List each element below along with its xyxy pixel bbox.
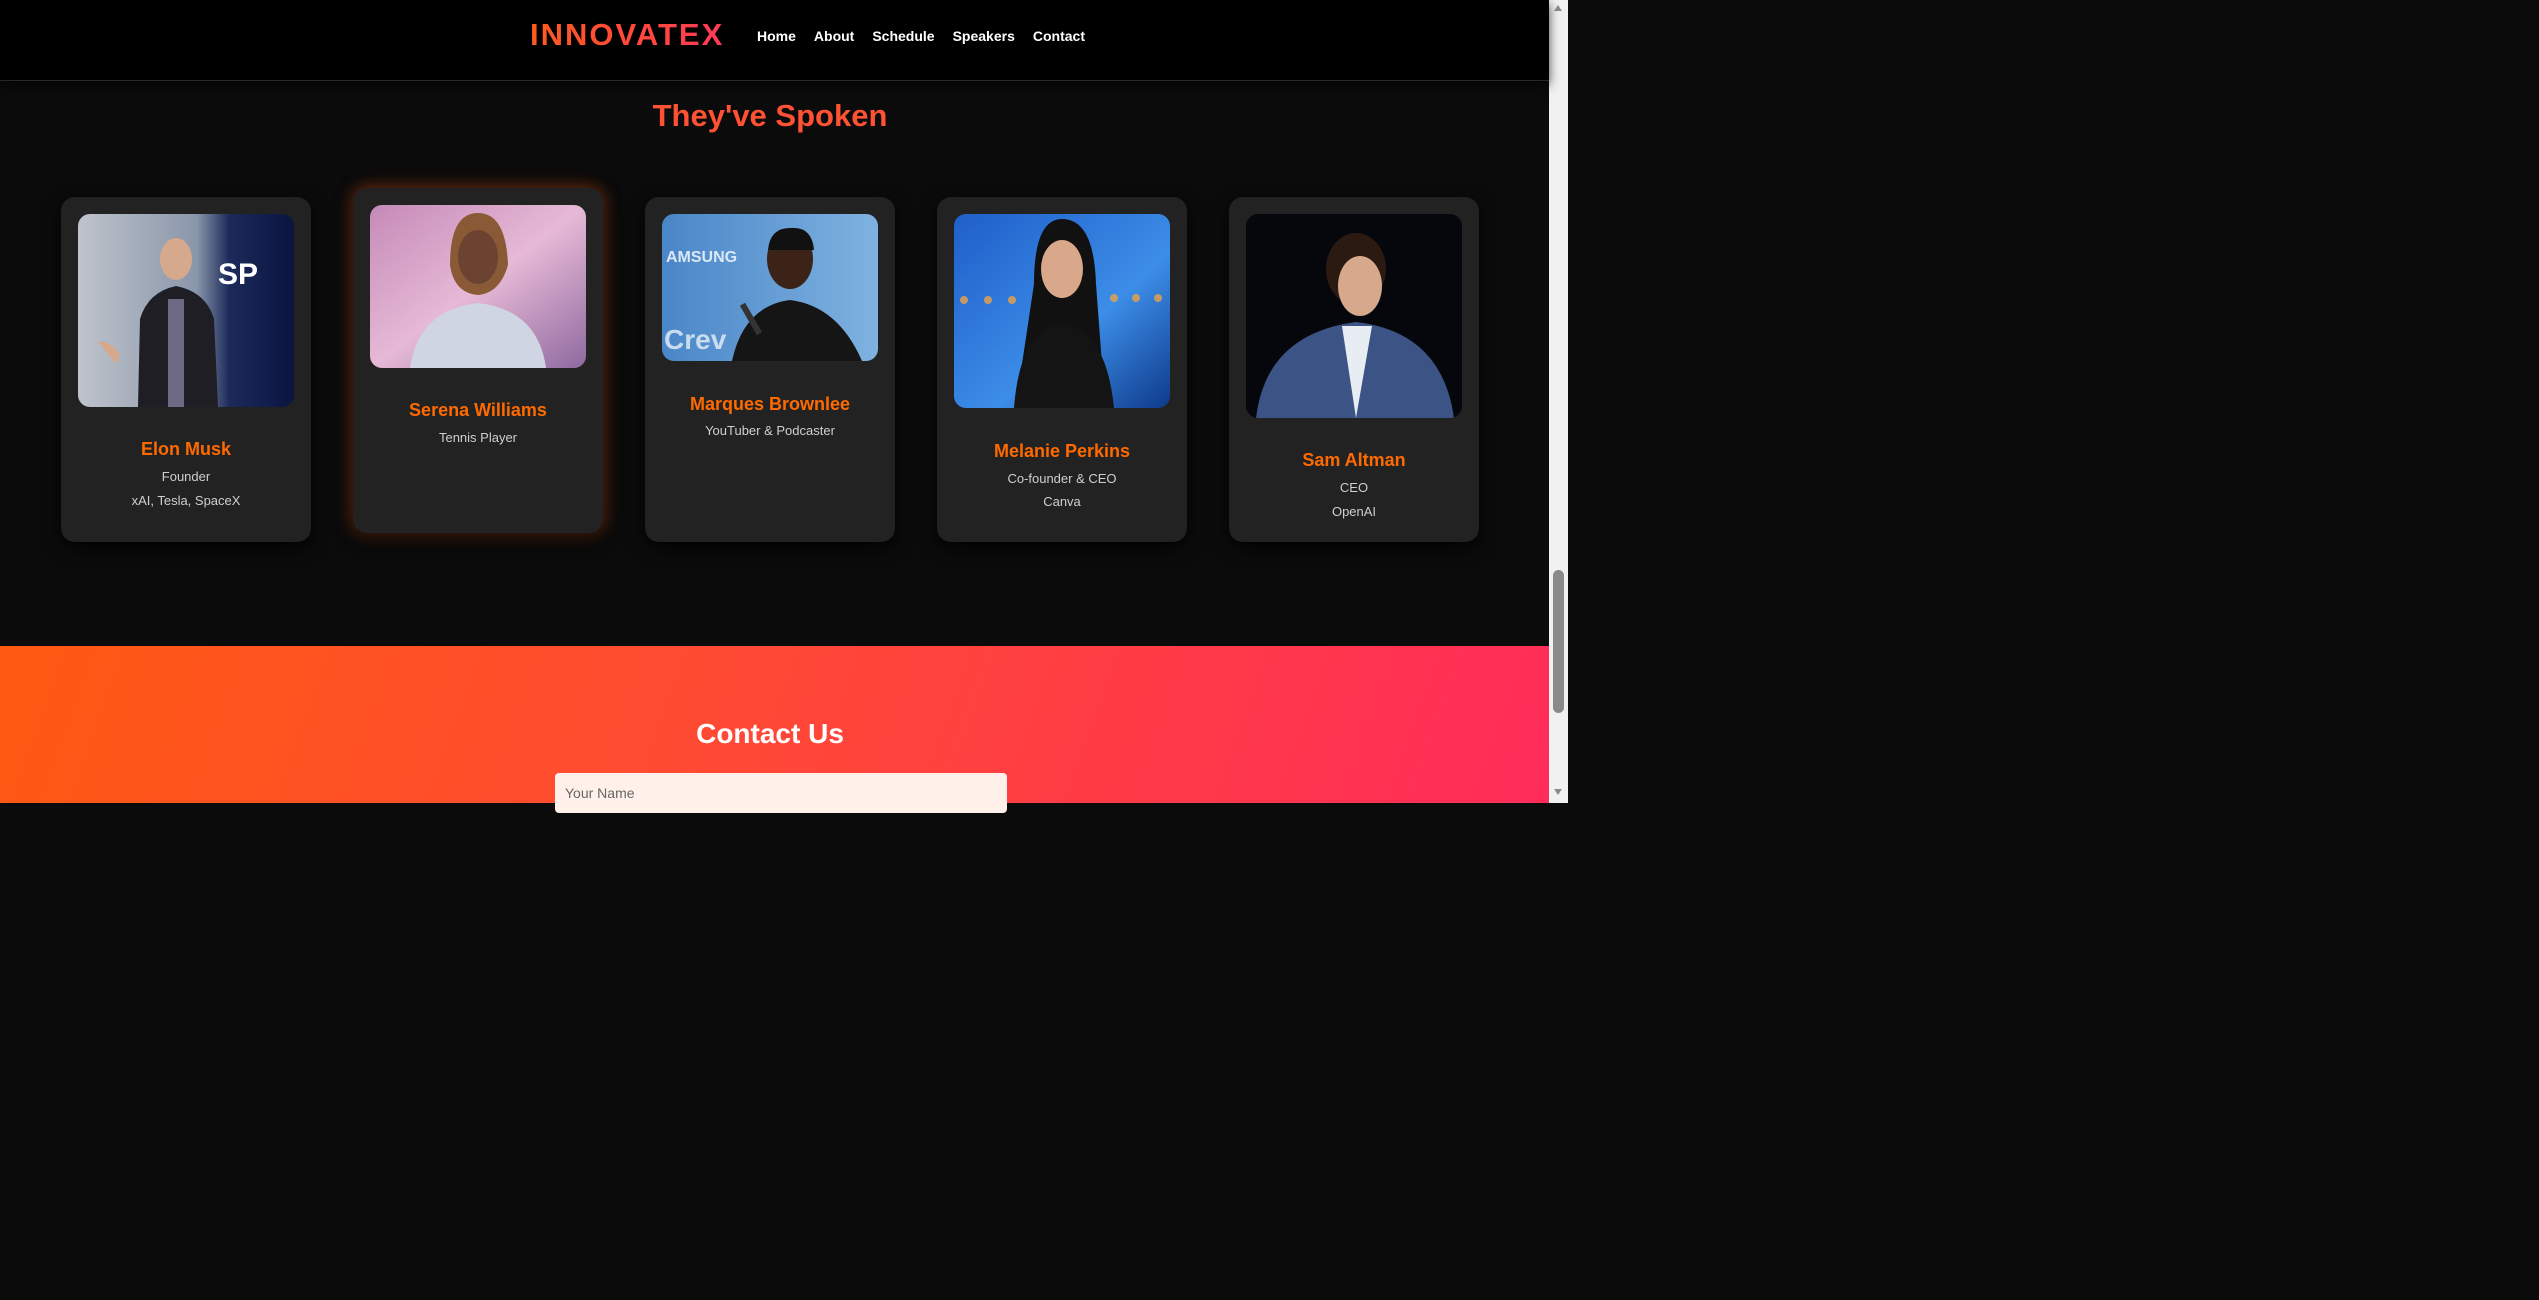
- speaker-card-melanie-perkins[interactable]: Melanie Perkins Co-founder & CEO Canva: [937, 197, 1187, 542]
- speaker-role: Tennis Player: [438, 430, 518, 445]
- nav-link-about[interactable]: About: [814, 28, 854, 44]
- speaker-card-marques-brownlee[interactable]: AMSUNG Crev Marques Brownlee YouTuber & …: [645, 197, 895, 542]
- svg-text:Crev: Crev: [664, 324, 727, 355]
- speaker-card-elon-musk[interactable]: SP Elon Musk Founder xAI, Tesla, SpaceX: [61, 197, 311, 542]
- nav-link-schedule[interactable]: Schedule: [872, 28, 934, 44]
- navbar: INNOVATEX Home About Schedule Speakers C…: [0, 0, 1549, 81]
- speaker-card-serena-williams[interactable]: Serena Williams Tennis Player: [353, 188, 603, 533]
- speaker-card-sam-altman[interactable]: Sam Altman CEO OpenAI: [1229, 197, 1479, 542]
- speaker-role: Co-founder & CEO: [1007, 471, 1117, 486]
- scrollbar-thumb[interactable]: [1553, 570, 1564, 713]
- nav-link-home[interactable]: Home: [757, 28, 796, 44]
- nav-links: Home About Schedule Speakers Contact: [757, 28, 1085, 44]
- scroll-down-arrow-icon[interactable]: [1554, 789, 1562, 795]
- speaker-photo-marques-brownlee: AMSUNG Crev: [662, 214, 878, 361]
- contact-title: Contact Us: [696, 718, 844, 749]
- speaker-name: Melanie Perkins: [993, 441, 1131, 461]
- speaker-name: Elon Musk: [140, 439, 231, 459]
- speaker-name: Serena Williams: [409, 400, 547, 420]
- nav-link-contact[interactable]: Contact: [1033, 28, 1085, 44]
- speaker-name: Sam Altman: [1302, 450, 1406, 470]
- speaker-name: Marques Brownlee: [689, 394, 851, 414]
- nav-link-speakers[interactable]: Speakers: [953, 28, 1015, 44]
- speaker-org: Canva: [1043, 494, 1081, 509]
- speaker-role: Founder: [161, 469, 211, 484]
- speaker-role: YouTuber & Podcaster: [705, 423, 835, 438]
- svg-text:SP: SP: [218, 258, 258, 291]
- contact-section: Contact Us: [0, 646, 1549, 813]
- section-title: They've Spoken: [652, 98, 888, 133]
- speaker-photo-elon-musk: SP: [78, 214, 294, 407]
- svg-text:AMSUNG: AMSUNG: [666, 249, 737, 266]
- name-input[interactable]: [555, 773, 1007, 813]
- site-logo[interactable]: INNOVATEX: [530, 17, 724, 53]
- speaker-photo-serena-williams: [370, 205, 586, 368]
- speaker-photo-sam-altman: [1246, 214, 1462, 418]
- speaker-photo-melanie-perkins: [954, 214, 1170, 408]
- speaker-org: xAI, Tesla, SpaceX: [131, 493, 241, 508]
- speaker-org: OpenAI: [1331, 504, 1377, 519]
- scroll-up-arrow-icon[interactable]: [1554, 5, 1562, 11]
- speakers-section: They've Spoken SP Elon Musk Founder xAI,…: [0, 80, 1549, 646]
- speaker-role: CEO: [1339, 480, 1369, 495]
- vertical-scrollbar[interactable]: [1549, 0, 1568, 803]
